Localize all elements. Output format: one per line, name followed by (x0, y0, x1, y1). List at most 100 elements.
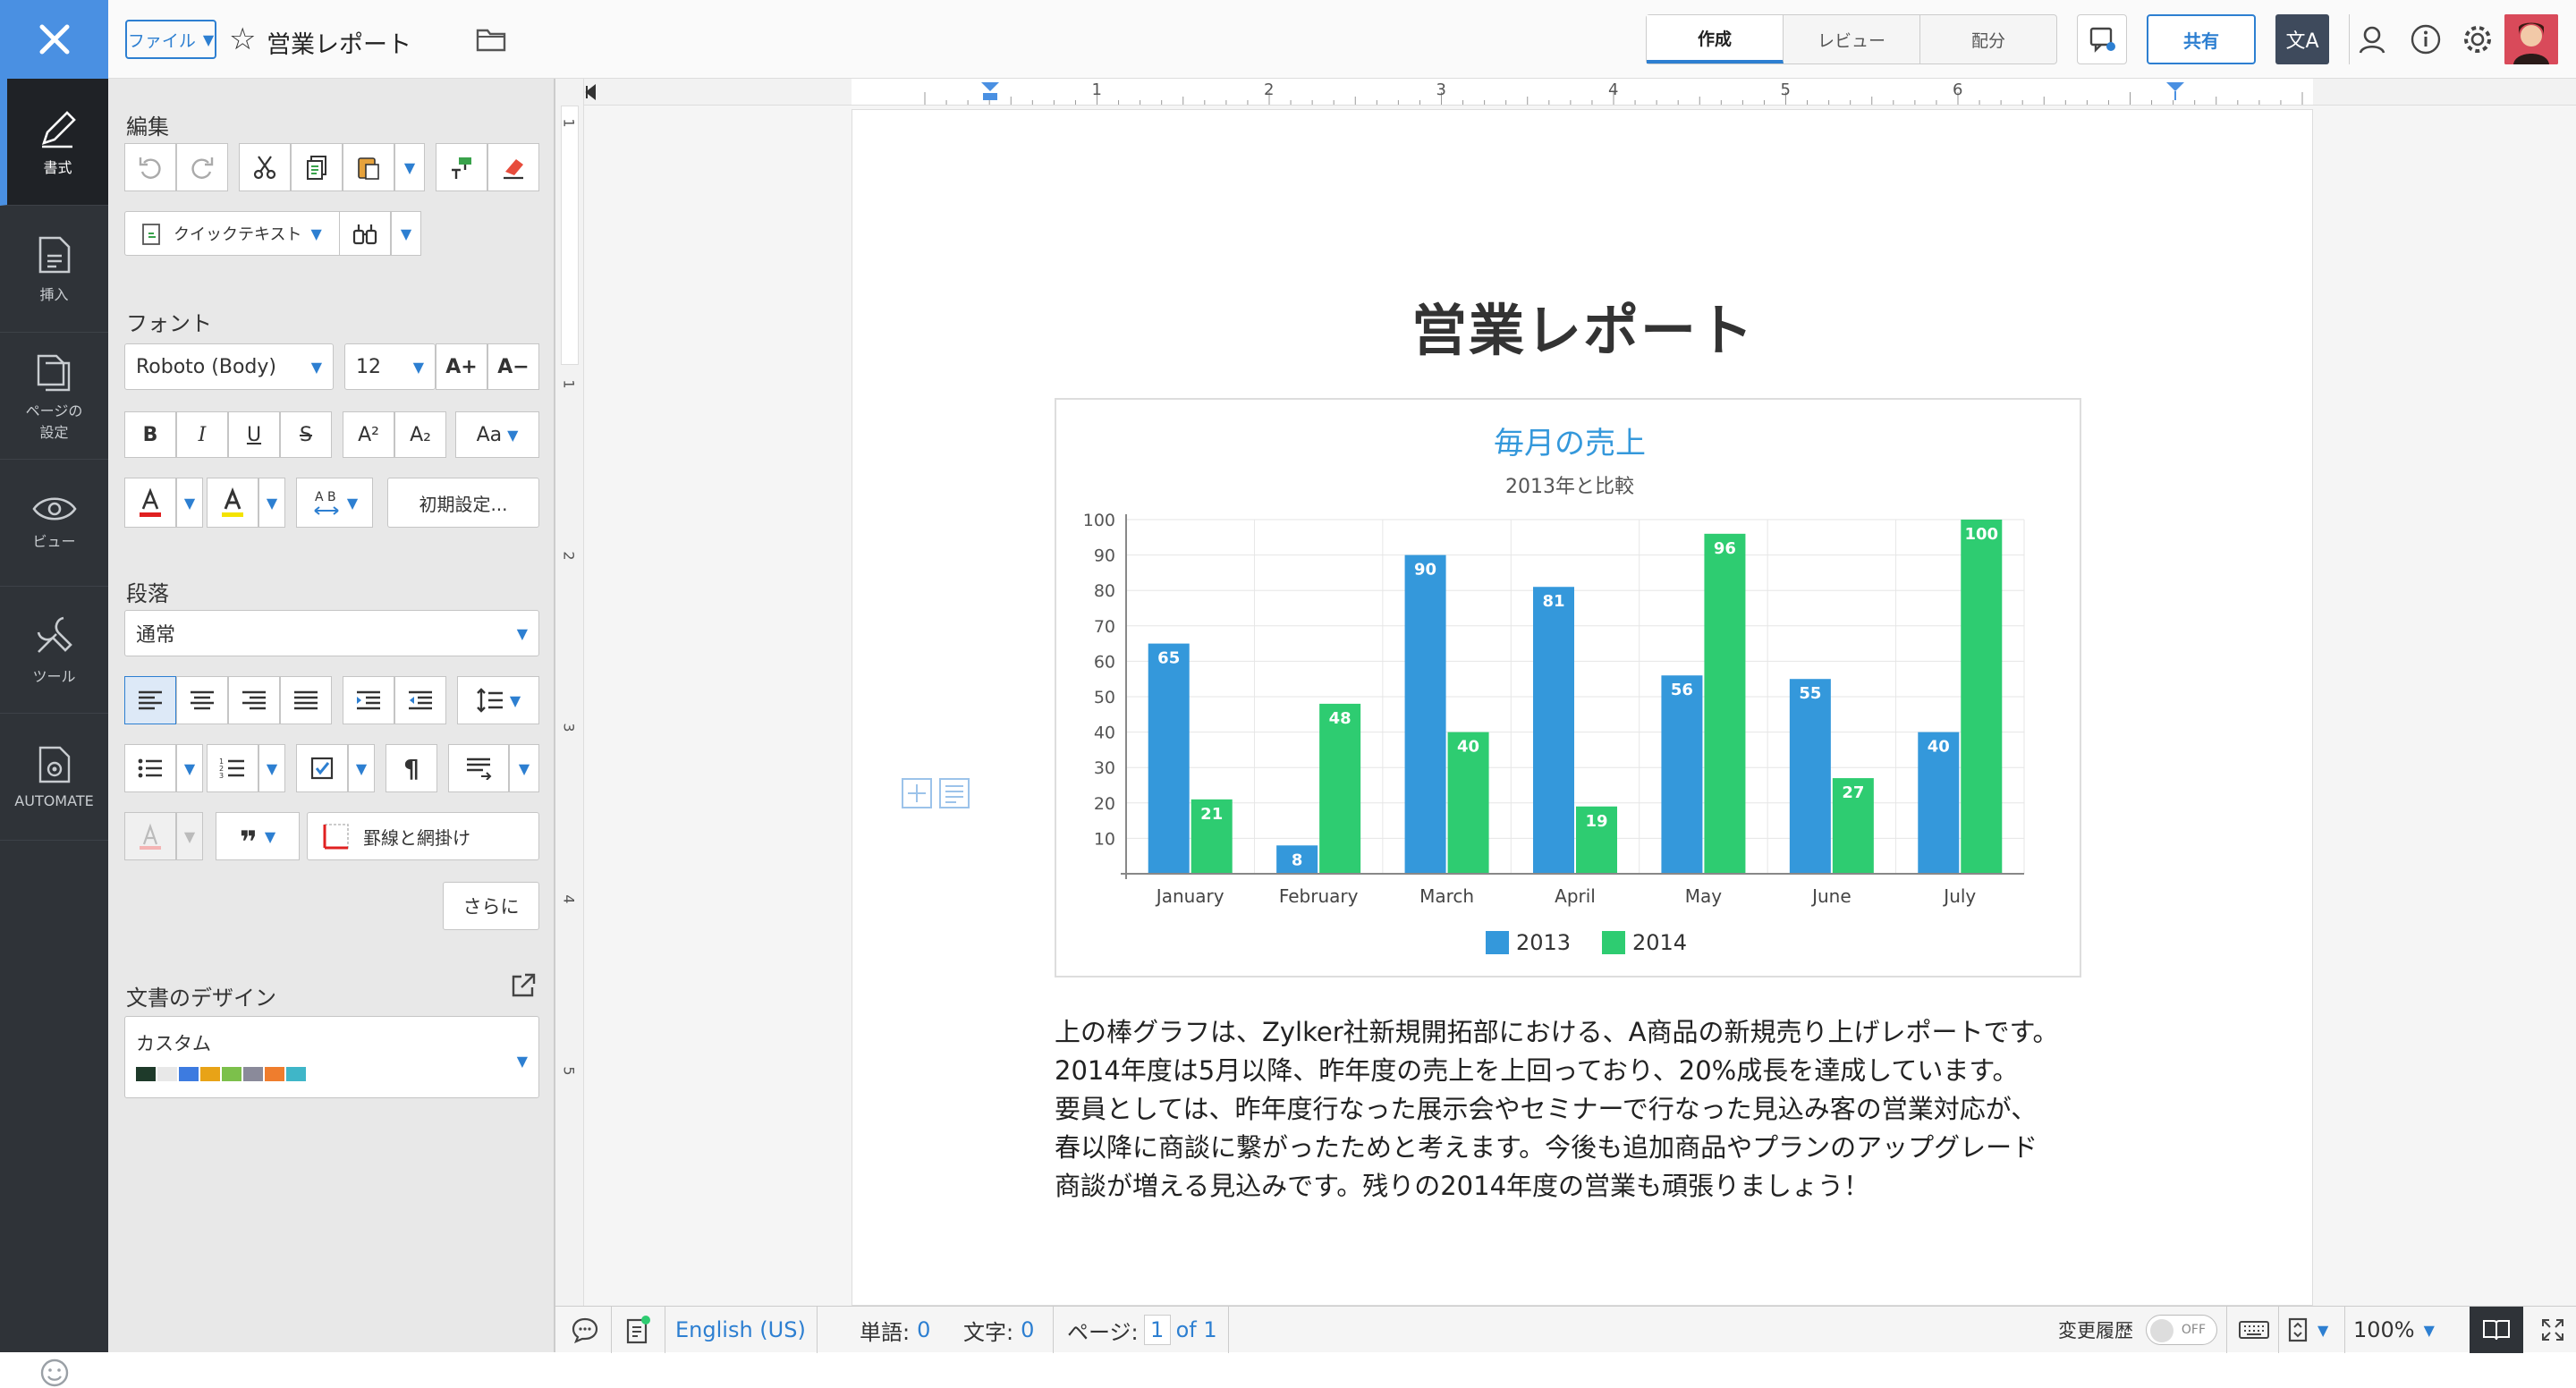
checklist-button[interactable] (296, 744, 348, 792)
bold-button[interactable]: B (124, 411, 176, 458)
find-replace-button[interactable] (339, 211, 391, 256)
tab-distribute[interactable]: 配分 (1920, 15, 2056, 63)
document-info-button[interactable] (2406, 20, 2445, 59)
font-family-select[interactable]: Roboto (Body) ▼ (124, 343, 334, 390)
rail-item-automate[interactable]: AUTOMATE (0, 714, 108, 841)
highlight-options[interactable]: ▼ (258, 478, 285, 528)
rail-item-page-setup[interactable]: ページの設定 (0, 333, 108, 460)
change-case-button[interactable]: Aa ▼ (455, 411, 539, 458)
decrease-font-button[interactable]: A− (487, 343, 539, 390)
borders-shading-button[interactable]: 罫線と網掛け (307, 812, 539, 860)
report-paragraph[interactable]: 上の棒グラフは、Zylker社新規開拓部における、A商品の新規売り上げレポートで… (1055, 1013, 2119, 1206)
folder-icon[interactable] (476, 27, 506, 52)
rail-item-format[interactable]: 書式 (0, 79, 108, 206)
document-page[interactable]: 営業レポート 毎月の売上 2013年と比較 65 21 8 48 90 40 81 19 56 9… (852, 109, 2313, 1306)
track-changes-label: 変更履歴 (2058, 1320, 2133, 1341)
undo-button[interactable] (124, 143, 176, 191)
collaborators-button[interactable] (2354, 20, 2394, 59)
align-left-button[interactable] (124, 676, 176, 724)
paragraph-shading-options[interactable]: ▼ (176, 812, 203, 860)
settings-button[interactable] (2458, 20, 2497, 59)
superscript-button[interactable]: A² (343, 411, 394, 458)
right-indent-marker-icon[interactable] (2165, 80, 2186, 102)
ruler-label: 4 (560, 894, 578, 904)
line-spacing-button[interactable]: ▼ (457, 676, 539, 724)
rail-item-view[interactable]: ビュー (0, 460, 108, 587)
italic-button[interactable]: I (176, 411, 228, 458)
font-color-button[interactable] (124, 478, 176, 528)
language-tool-button[interactable]: 文A (2275, 14, 2329, 64)
paragraph-shading-button[interactable] (124, 812, 176, 860)
share-button[interactable]: 共有 (2147, 14, 2256, 64)
bullet-list-icon (138, 758, 162, 778)
doc-check-button[interactable] (616, 1307, 659, 1353)
tab-compose[interactable]: 作成 (1647, 15, 1784, 63)
block-insert-icons[interactable] (901, 777, 972, 809)
default-settings-button[interactable]: 初期設定... (387, 478, 539, 528)
close-button[interactable] (0, 0, 108, 79)
find-options-button[interactable]: ▼ (391, 211, 421, 256)
strikethrough-button[interactable]: S (280, 411, 332, 458)
quote-style-button[interactable]: ❞ ▼ (216, 812, 300, 860)
data-label: 96 (1714, 539, 1736, 558)
numbered-list-options[interactable]: ▼ (258, 744, 285, 792)
report-title[interactable]: 営業レポート (852, 285, 2314, 366)
checklist-options[interactable]: ▼ (348, 744, 375, 792)
rail-item-tools[interactable]: ツール (0, 587, 108, 714)
page-view-mode-button[interactable]: ▼ (2285, 1307, 2328, 1353)
favorite-star-icon[interactable]: ☆ (229, 21, 256, 57)
character-spacing-button[interactable]: AB ▼ (296, 478, 373, 528)
highlight-color-button[interactable] (207, 478, 258, 528)
increase-font-button[interactable]: A+ (436, 343, 487, 390)
quick-text-dropdown[interactable]: クイックテキスト ▼ (124, 211, 343, 256)
keyboard-button[interactable] (2233, 1307, 2275, 1353)
font-color-options[interactable]: ▼ (176, 478, 203, 528)
underline-button[interactable]: U (228, 411, 280, 458)
bullet-list-button[interactable] (124, 744, 176, 792)
bullet-list-options[interactable]: ▼ (176, 744, 203, 792)
cut-button[interactable] (239, 143, 291, 191)
decrease-indent-button[interactable] (394, 676, 446, 724)
left-indent-marker-icon[interactable] (979, 80, 1001, 102)
copy-button[interactable] (291, 143, 343, 191)
chat-button[interactable] (563, 1307, 607, 1353)
vertical-ruler[interactable]: 1 1 2 3 4 5 (555, 79, 584, 1306)
chevron-down-icon: ▼ (355, 759, 368, 777)
show-formatting-marks-button[interactable]: ¶ (386, 744, 437, 792)
smiley-feedback-icon[interactable] (39, 1358, 70, 1388)
text-direction-button[interactable] (448, 744, 509, 792)
fullscreen-button[interactable] (2530, 1307, 2575, 1353)
user-avatar[interactable] (2504, 14, 2558, 64)
paste-options-button[interactable]: ▼ (394, 143, 425, 191)
paragraph-style-select[interactable]: 通常 ▼ (124, 610, 539, 656)
highlight-icon (222, 487, 243, 517)
subscript-button[interactable]: A₂ (394, 411, 446, 458)
document-design-select[interactable]: カスタム ▼ (124, 1016, 539, 1098)
file-menu-button[interactable]: ファイル ▼ (125, 20, 216, 59)
language-button[interactable]: English (US) (675, 1307, 818, 1353)
align-center-button[interactable] (176, 676, 228, 724)
text-direction-options[interactable]: ▼ (509, 744, 539, 792)
more-paragraph-options-button[interactable]: さらに (443, 882, 539, 930)
reading-view-button[interactable] (2470, 1307, 2523, 1353)
tab-review[interactable]: レビュー (1784, 15, 1920, 63)
increase-indent-button[interactable] (343, 676, 394, 724)
page-number-input[interactable]: 1 (1143, 1315, 1171, 1345)
chart-container[interactable]: 毎月の売上 2013年と比較 65 21 8 48 90 40 81 19 56 96 55 27 40… (1055, 398, 2081, 978)
external-link-icon[interactable] (509, 971, 538, 1000)
redo-button[interactable] (176, 143, 228, 191)
rail-item-insert[interactable]: 挿入 (0, 206, 108, 333)
review-comments-button[interactable] (2077, 14, 2127, 64)
zoom-select[interactable]: 100% ▼ (2353, 1307, 2435, 1353)
document-title[interactable]: 営業レポート (267, 25, 411, 60)
font-size-select[interactable]: 12 ▼ (344, 343, 436, 390)
track-changes-toggle[interactable]: OFF (2146, 1315, 2217, 1345)
numbered-list-button[interactable]: 123 (207, 744, 258, 792)
paste-button[interactable] (343, 143, 394, 191)
clear-format-button[interactable] (487, 143, 539, 191)
eraser-icon (504, 159, 523, 180)
justify-button[interactable] (280, 676, 332, 724)
format-painter-button[interactable] (436, 143, 487, 191)
align-right-button[interactable] (228, 676, 280, 724)
horizontal-ruler[interactable]: 1 2 3 4 5 6 (584, 79, 2576, 106)
